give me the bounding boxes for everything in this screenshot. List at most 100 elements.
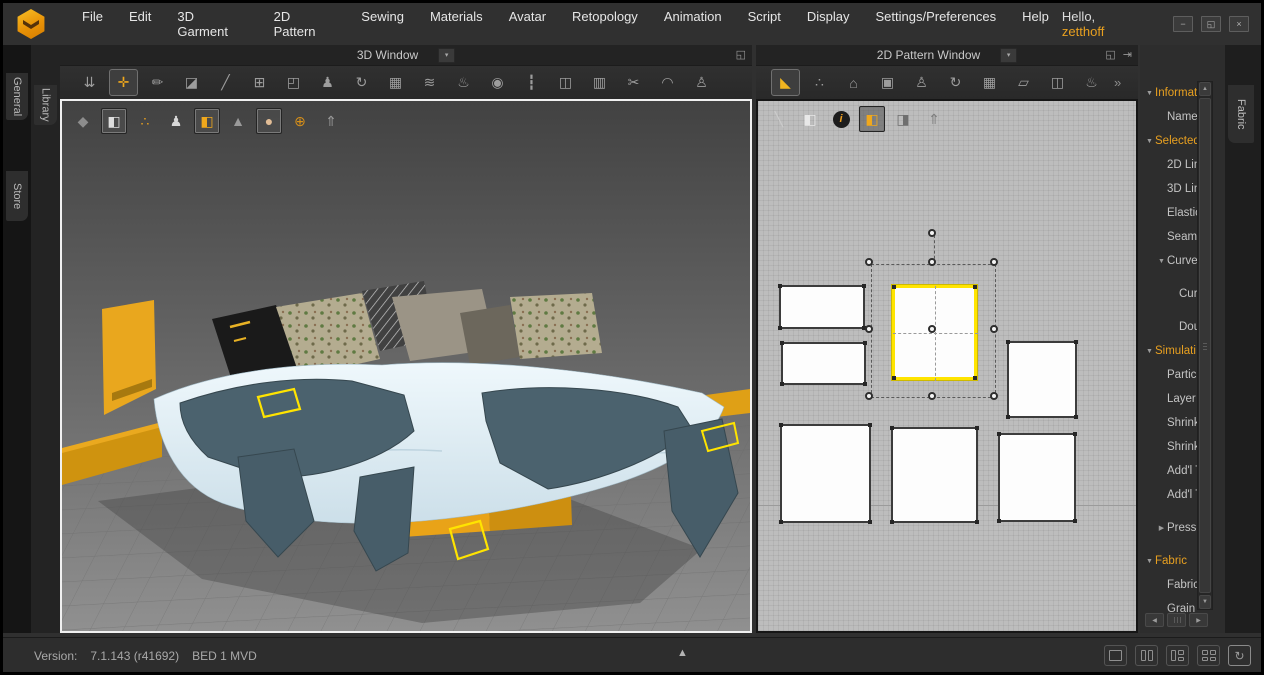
scroll-up-button[interactable]: ▲ — [1199, 82, 1211, 96]
panel-item-add-l-t[interactable]: Add'l T — [1140, 483, 1197, 507]
piece-corner-point[interactable] — [868, 423, 872, 427]
select-move-tool[interactable]: ✛ — [109, 69, 138, 96]
menu-3d-garment[interactable]: 3D Garment — [164, 3, 260, 45]
piece-corner-point[interactable] — [1073, 519, 1077, 523]
toolbar-overflow-chevron[interactable]: » — [1114, 75, 1121, 90]
pattern-piece-6[interactable] — [891, 427, 978, 523]
panel-item-press[interactable]: ▶Press — [1140, 516, 1197, 540]
grid-tool-2d[interactable]: ▦ — [975, 69, 1004, 96]
wind-tool[interactable]: ≋ — [415, 69, 444, 96]
tree-up-toggle[interactable]: ⇑ — [921, 106, 947, 132]
layout-grid-four-button[interactable] — [1197, 645, 1220, 666]
garment-toggle-2d[interactable]: ◧ — [797, 106, 823, 132]
panel-item-layer[interactable]: Layer — [1140, 387, 1197, 411]
horizontal-scroll-thumb[interactable] — [1167, 613, 1186, 627]
show-particles-toggle[interactable]: ∴ — [132, 108, 158, 134]
piece-corner-point[interactable] — [863, 341, 867, 345]
detach-3d-icon[interactable]: ◱ — [736, 47, 746, 63]
piece-corner-point[interactable] — [997, 519, 1001, 523]
panel-item-shrinka[interactable]: Shrinka — [1140, 411, 1197, 435]
scroll-down-button[interactable]: ▼ — [1199, 595, 1211, 609]
zipper-tool[interactable]: ┇ — [517, 69, 546, 96]
selection-handle-8[interactable] — [990, 392, 998, 400]
selection-handle-6[interactable] — [865, 392, 873, 400]
panel-item-curv[interactable]: Curv — [1140, 282, 1197, 306]
walk-pose-tool[interactable]: ♙ — [687, 69, 716, 96]
collapse-panel-icon[interactable]: ⇥ — [1123, 47, 1132, 63]
piece-corner-point[interactable] — [1073, 432, 1077, 436]
minimize-button[interactable]: − — [1173, 16, 1193, 32]
transform-pattern-tool[interactable]: ◣ — [771, 69, 800, 96]
detach-2d-icon[interactable]: ◱ — [1105, 47, 1115, 63]
close-button[interactable]: × — [1229, 16, 1249, 32]
iron-tool[interactable]: ▱ — [1009, 69, 1038, 96]
layout-sync-button[interactable]: ↻ — [1228, 645, 1251, 666]
vertical-scrollbar[interactable]: ▲ ▼ — [1197, 81, 1213, 610]
timeline-expander[interactable]: ▲ — [677, 647, 688, 659]
piece-corner-point[interactable] — [890, 426, 894, 430]
panel-item-curve[interactable]: ▼Curve — [1140, 249, 1197, 273]
piece-corner-point[interactable] — [890, 520, 894, 524]
simulate-tool[interactable]: ⇊ — [75, 69, 104, 96]
tab-fabric[interactable]: Fabric — [1228, 85, 1254, 143]
show-garment-toggle[interactable]: ◧ — [101, 108, 127, 134]
panel-item-seam-t[interactable]: Seam T — [1140, 225, 1197, 249]
selection-handle-4[interactable] — [865, 325, 873, 333]
pattern-image-tool[interactable]: ▣ — [873, 69, 902, 96]
panel-section-selected[interactable]: ▼Selected — [1140, 129, 1197, 153]
panel-item-2d-line[interactable]: 2D Line — [1140, 153, 1197, 177]
menu-materials[interactable]: Materials — [417, 3, 496, 45]
reset-arrangement-tool[interactable]: ↻ — [347, 69, 376, 96]
piece-corner-point[interactable] — [778, 284, 782, 288]
mesh-grid-tool[interactable]: ▦ — [381, 69, 410, 96]
layout-single-button[interactable] — [1104, 645, 1127, 666]
piece-corner-point[interactable] — [780, 341, 784, 345]
show-pattern-toggle[interactable]: ◧ — [194, 108, 220, 134]
menu-avatar[interactable]: Avatar — [496, 3, 559, 45]
show-head-toggle[interactable]: ● — [256, 108, 282, 134]
pattern-canvas[interactable] — [756, 99, 1138, 633]
select-brush-tool[interactable]: ✏ — [143, 69, 172, 96]
menu-edit[interactable]: Edit — [116, 3, 164, 45]
username-link[interactable]: zetthoff — [1062, 24, 1104, 39]
sew-garment-tool[interactable]: ◫ — [1043, 69, 1072, 96]
piece-corner-point[interactable] — [975, 426, 979, 430]
reset-arrangement-tool-2d[interactable]: ↻ — [941, 69, 970, 96]
menu-script[interactable]: Script — [735, 3, 794, 45]
create-polygon-tool[interactable]: ⌂ — [839, 69, 868, 96]
vertical-scroll-thumb[interactable] — [1199, 98, 1211, 593]
pattern-piece-2[interactable] — [781, 342, 866, 385]
show-solid-toggle[interactable]: ◆ — [70, 108, 96, 134]
sewing-tool[interactable]: ◫ — [551, 69, 580, 96]
button-tool[interactable]: ◉ — [483, 69, 512, 96]
panel-item-add-l-t[interactable]: Add'l T — [1140, 459, 1197, 483]
piece-corner-point[interactable] — [780, 382, 784, 386]
panel-item-particle[interactable]: Particle — [1140, 363, 1197, 387]
selection-handle-3[interactable] — [990, 258, 998, 266]
sidebar-tab-library[interactable]: Library — [34, 85, 57, 125]
steam-tool-2d[interactable]: ♨ — [1077, 69, 1106, 96]
piece-corner-point[interactable] — [1006, 340, 1010, 344]
title-2d-dropdown[interactable]: ▾ — [1000, 48, 1017, 63]
menu-settings-preferences[interactable]: Settings/Preferences — [862, 3, 1009, 45]
tape-tool[interactable]: ◠ — [653, 69, 682, 96]
menu-file[interactable]: File — [69, 3, 116, 45]
selection-rotation-handle[interactable] — [928, 229, 936, 237]
needle-toggle[interactable]: ╲ — [766, 106, 792, 132]
layout-two-pane-button[interactable] — [1135, 645, 1158, 666]
panel-section-information[interactable]: ▼Information — [1140, 81, 1197, 105]
piece-corner-point[interactable] — [862, 284, 866, 288]
avatar-figure-tool[interactable]: ♙ — [907, 69, 936, 96]
avatar-arrangement-tool[interactable]: ♟ — [313, 69, 342, 96]
panel-section-simulati[interactable]: ▼Simulati — [1140, 339, 1197, 363]
menu-sewing[interactable]: Sewing — [348, 3, 417, 45]
menu-help[interactable]: Help — [1009, 3, 1062, 45]
menu-2d-pattern[interactable]: 2D Pattern — [261, 3, 349, 45]
texture-tool[interactable]: ▥ — [585, 69, 614, 96]
sidebar-tab-general[interactable]: General — [6, 73, 28, 120]
panel-item-elastic[interactable]: Elastic — [1140, 201, 1197, 225]
pattern-toggle-2d[interactable]: ◧ — [859, 106, 885, 132]
panel-item-3d-line[interactable]: 3D Line — [1140, 177, 1197, 201]
show-world-toggle[interactable]: ⊕ — [287, 108, 313, 134]
info-toggle[interactable]: i — [828, 106, 854, 132]
